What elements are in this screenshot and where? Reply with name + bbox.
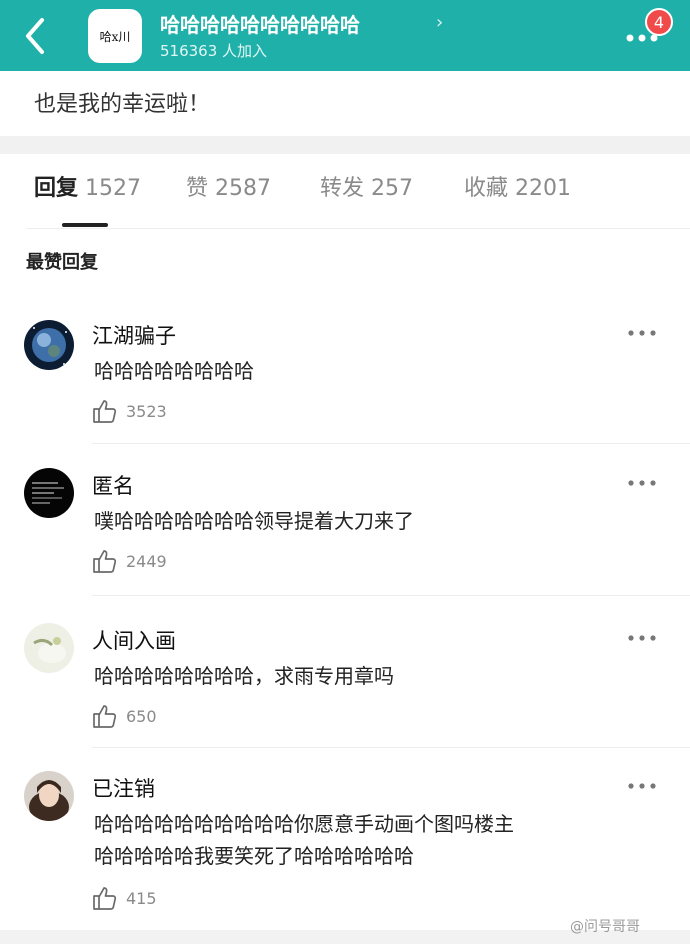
tab-count: 2201 (515, 176, 572, 201)
tab-replies[interactable]: 回复 1527 (34, 170, 141, 202)
post-text: 也是我的幸运啦！ (34, 92, 211, 117)
avatar[interactable] (24, 771, 74, 821)
avatar[interactable] (24, 320, 74, 370)
like-count: 2449 (126, 552, 167, 571)
like-button[interactable]: 650 (92, 703, 212, 731)
like-count: 415 (126, 889, 157, 908)
like-count: 3523 (126, 402, 167, 421)
notification-badge: 4 (645, 8, 673, 36)
avatar[interactable] (24, 468, 74, 518)
section-gap (0, 136, 690, 154)
group-title[interactable]: 哈哈哈哈哈哈哈哈哈哈 (160, 9, 360, 38)
tab-count: 257 (371, 176, 414, 201)
comment-text: 哈哈哈哈哈哈哈哈哈哈你愿意手动画个图吗楼主 (94, 812, 514, 836)
comment-text: 噗哈哈哈哈哈哈哈领导提着大刀来了 (94, 509, 414, 533)
member-count: 516363 人加入 (160, 42, 268, 60)
comment-text: 哈哈哈哈哈我要笑死了哈哈哈哈哈哈 (94, 844, 414, 868)
more-options-icon[interactable] (626, 476, 658, 490)
like-button[interactable]: 3523 (92, 398, 212, 426)
tab-count: 2587 (215, 176, 272, 201)
active-tab-indicator (62, 223, 108, 227)
tab-reposts[interactable]: 转发 257 (320, 170, 413, 202)
group-avatar[interactable]: 哈x川 (88, 9, 142, 63)
tab-likes[interactable]: 赞 2587 (186, 170, 271, 202)
like-button[interactable]: 415 (92, 885, 212, 913)
avatar[interactable] (24, 623, 74, 673)
tab-label: 收藏 (464, 176, 509, 201)
section-title: 最赞回复 (26, 252, 98, 273)
tab-label: 赞 (186, 176, 209, 201)
commenter-name[interactable]: 已注销 (92, 773, 155, 803)
commenter-name[interactable]: 人间入画 (92, 625, 176, 655)
divider (26, 228, 690, 229)
tab-label: 转发 (320, 176, 365, 201)
back-icon[interactable] (18, 14, 54, 58)
comment-item: 人间入画 哈哈哈哈哈哈哈哈，求雨专用章吗 650 (0, 605, 690, 750)
tab-label: 回复 (34, 176, 79, 201)
more-options-icon[interactable] (626, 779, 658, 793)
divider (92, 595, 690, 596)
divider (92, 443, 690, 444)
thumbs-up-icon (93, 400, 117, 423)
tab-bar: 回复 1527 赞 2587 转发 257 收藏 2201 (0, 170, 690, 210)
comment-text: 哈哈哈哈哈哈哈哈 (94, 359, 254, 383)
tab-favorites[interactable]: 收藏 2201 (464, 170, 571, 202)
comment-item: 匿名 噗哈哈哈哈哈哈哈领导提着大刀来了 2449 (0, 450, 690, 600)
thumbs-up-icon (93, 887, 117, 910)
tab-count: 1527 (85, 176, 142, 201)
thumbs-up-icon (93, 550, 117, 573)
more-options-icon[interactable] (626, 326, 658, 340)
watermark: @问号哥哥 (570, 919, 640, 935)
thumbs-up-icon (93, 705, 117, 728)
comment-text: 哈哈哈哈哈哈哈哈，求雨专用章吗 (94, 664, 394, 688)
like-count: 650 (126, 707, 157, 726)
more-options-icon[interactable] (626, 631, 658, 645)
commenter-name[interactable]: 江湖骗子 (92, 320, 176, 350)
comment-item: 江湖骗子 哈哈哈哈哈哈哈哈 3523 (0, 300, 690, 450)
divider (92, 747, 690, 748)
like-button[interactable]: 2449 (92, 548, 212, 576)
comment-item: 已注销 哈哈哈哈哈哈哈哈哈哈你愿意手动画个图吗楼主 哈哈哈哈哈我要笑死了哈哈哈哈… (0, 755, 690, 930)
group-header: 哈x川 哈哈哈哈哈哈哈哈哈哈 › 516363 人加入 4 (0, 0, 690, 71)
commenter-name[interactable]: 匿名 (92, 470, 134, 500)
chevron-right-icon[interactable]: › (436, 12, 443, 33)
